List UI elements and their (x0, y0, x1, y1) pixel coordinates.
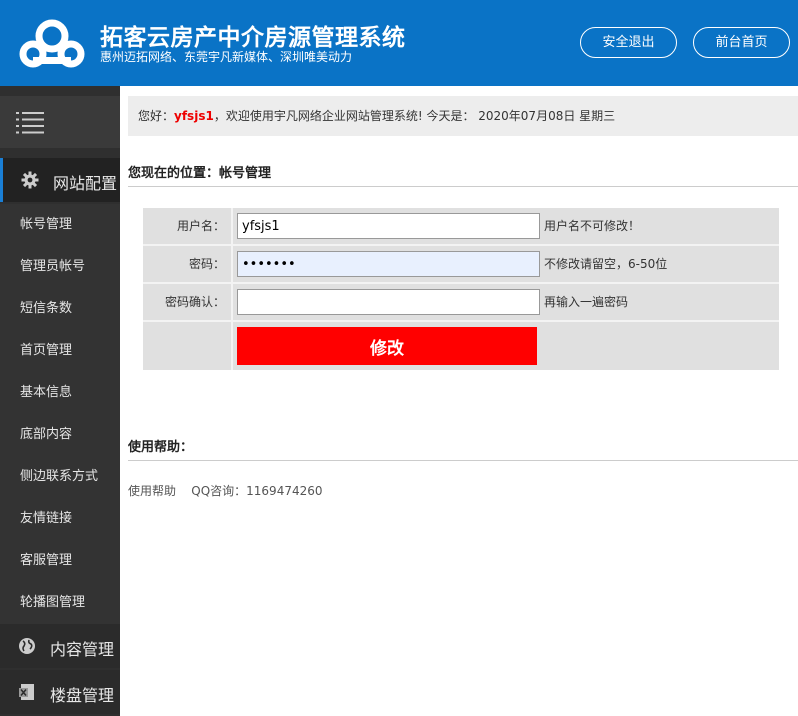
welcome-prefix: 您好： (138, 109, 175, 123)
confirm-row: 密码确认： 再输入一遍密码 (143, 284, 779, 320)
password-label: 密码： (188, 257, 225, 271)
sidebar-item-admin-account[interactable]: 管理员帐号 (0, 246, 120, 288)
welcome-username: yfsjs1 (174, 109, 214, 123)
sidebar-section-label: 楼盘管理 (50, 686, 115, 705)
help-title: 使用帮助： (128, 436, 798, 461)
gear-icon (21, 171, 39, 189)
username-hint: 用户名不可修改！ (544, 219, 641, 233)
brand-title: 拓客云房产中介房源管理系统 (100, 25, 406, 51)
brand-subtitle: 惠州迈拓网络、东莞宇凡新媒体、深圳唯美动力 (100, 50, 353, 64)
username-field[interactable] (237, 213, 540, 239)
top-header: 拓客云房产中介房源管理系统 惠州迈拓网络、东莞宇凡新媒体、深圳唯美动力 安全退出… (0, 0, 798, 86)
account-form: 用户名： 用户名不可修改！ 密码： 不修改请留空，6-50位 密码确认： 再输入… (143, 208, 779, 370)
sidebar-item-side-contact[interactable]: 侧边联系方式 (0, 456, 120, 498)
sidebar-item-carousel[interactable]: 轮播图管理 (0, 582, 120, 624)
password-hint: 不修改请留空，6-50位 (544, 257, 668, 271)
sidebar-section-site-config[interactable]: 网站配置 (0, 158, 120, 202)
sidebar-item-friend-links[interactable]: 友情链接 (0, 498, 120, 540)
password-field[interactable] (237, 251, 540, 277)
column-divider (231, 208, 233, 244)
excel-icon (19, 684, 34, 700)
column-divider (231, 322, 233, 370)
welcome-message: ，欢迎使用宇凡网络企业网站管理系统! 今天是： 2020年07月08日 星期三 (213, 109, 616, 123)
sidebar-item-sms-count[interactable]: 短信条数 (0, 288, 120, 330)
help-text: 使用帮助 QQ咨询：1169474260 (128, 484, 323, 498)
confirm-password-label: 密码确认： (164, 295, 225, 309)
breadcrumb: 您现在的位置：帐号管理 (128, 162, 798, 187)
sidebar-item-customer-service[interactable]: 客服管理 (0, 540, 120, 582)
sidebar-section-building[interactable]: 楼盘管理 (0, 670, 120, 714)
logout-button[interactable]: 安全退出 (580, 27, 677, 58)
sidebar-item-footer[interactable]: 底部内容 (0, 414, 120, 456)
username-row: 用户名： 用户名不可修改！ (143, 208, 779, 244)
submit-button[interactable]: 修改 (237, 327, 537, 365)
sidebar-item-basic-info[interactable]: 基本信息 (0, 372, 120, 414)
globe-icon (19, 638, 35, 654)
sidebar-item-account[interactable]: 帐号管理 (0, 204, 120, 246)
sidebar-section-label: 内容管理 (50, 640, 115, 659)
cloud-logo-icon (19, 19, 85, 68)
column-divider (231, 246, 233, 282)
sidebar-section-content[interactable]: 内容管理 (0, 624, 120, 668)
sidebar-item-homepage[interactable]: 首页管理 (0, 330, 120, 372)
confirm-password-field[interactable] (237, 289, 540, 315)
hamburger-menu-icon (16, 112, 44, 134)
password-row: 密码： 不修改请留空，6-50位 (143, 246, 779, 282)
username-label: 用户名： (176, 219, 225, 233)
menu-toggle-button[interactable] (0, 96, 120, 148)
row-divider (143, 320, 779, 322)
welcome-bar: 您好：yfsjs1，欢迎使用宇凡网络企业网站管理系统! 今天是： 2020年07… (128, 96, 798, 136)
column-divider (231, 284, 233, 320)
frontend-home-button[interactable]: 前台首页 (693, 27, 790, 58)
sidebar-section-label: 网站配置 (53, 174, 118, 193)
sidebar: 网站配置 帐号管理 管理员帐号 短信条数 首页管理 基本信息 底部内容 侧边联系… (0, 86, 120, 716)
sidebar-submenu: 帐号管理 管理员帐号 短信条数 首页管理 基本信息 底部内容 侧边联系方式 友情… (0, 204, 120, 624)
confirm-password-hint: 再输入一遍密码 (544, 295, 629, 309)
